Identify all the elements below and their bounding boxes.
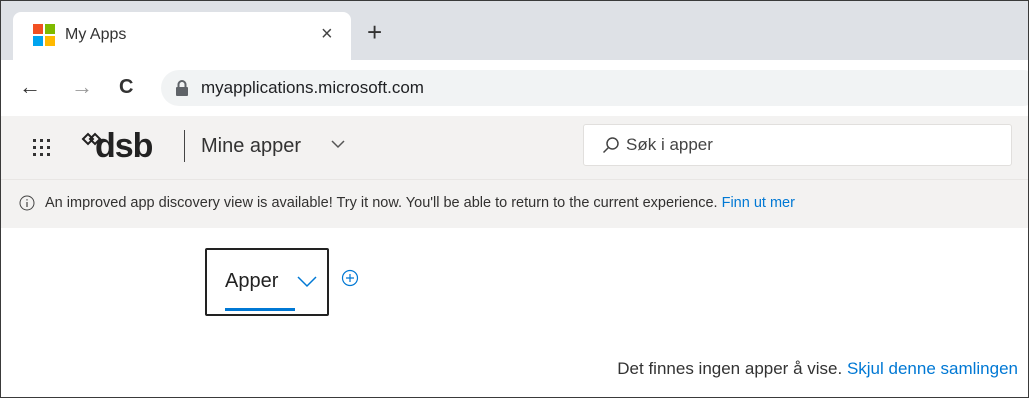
search-input[interactable]: Søk i apper (583, 124, 1012, 166)
tab-title: My Apps (65, 26, 127, 43)
collection-label: Apper (225, 270, 279, 292)
search-icon (602, 137, 619, 154)
url-text: myapplications.microsoft.com (201, 78, 424, 97)
chevron-down-icon[interactable] (331, 140, 345, 149)
empty-state: Det finnes ingen apper å vise. Skjul den… (1, 359, 1018, 379)
banner-message: An improved app discovery view is availa… (45, 195, 795, 211)
reload-button[interactable]: C (119, 74, 133, 100)
info-icon (19, 195, 35, 211)
logo-text: dsb (95, 127, 153, 165)
app-launcher-icon[interactable] (33, 139, 51, 157)
selected-indicator (225, 308, 295, 311)
banner-text: An improved app discovery view is availa… (45, 195, 718, 211)
browser-tab[interactable]: My Apps × (13, 12, 351, 60)
dsb-logo: dsb (81, 127, 171, 165)
close-tab-icon[interactable]: × (321, 21, 333, 47)
lock-icon (176, 80, 188, 96)
search-placeholder: Søk i apper (626, 135, 713, 154)
app-title-dropdown[interactable]: Mine apper (201, 135, 301, 158)
tab-strip: My Apps × + (1, 1, 1028, 60)
add-collection-icon[interactable] (341, 269, 359, 287)
learn-more-link[interactable]: Finn ut mer (722, 195, 795, 211)
empty-message: Det finnes ingen apper å vise. (617, 359, 843, 378)
browser-toolbar: ← → C myapplications.microsoft.com (1, 60, 1028, 117)
address-bar[interactable]: myapplications.microsoft.com (161, 70, 1028, 106)
hide-collection-link[interactable]: Skjul denne samlingen (847, 359, 1018, 378)
forward-button[interactable]: → (71, 74, 93, 100)
info-banner: An improved app discovery view is availa… (1, 179, 1028, 228)
microsoft-logo-icon (33, 24, 55, 46)
new-tab-button[interactable]: + (367, 19, 382, 45)
chevron-down-icon[interactable] (297, 276, 317, 288)
back-button[interactable]: ← (19, 74, 41, 100)
collection-tab-apps[interactable]: Apper (205, 248, 329, 316)
app-header: dsb Mine apper Søk i apper (1, 116, 1028, 179)
header-divider (184, 130, 185, 162)
browser-window: My Apps × + ← → C myapplications.microso… (0, 0, 1029, 398)
